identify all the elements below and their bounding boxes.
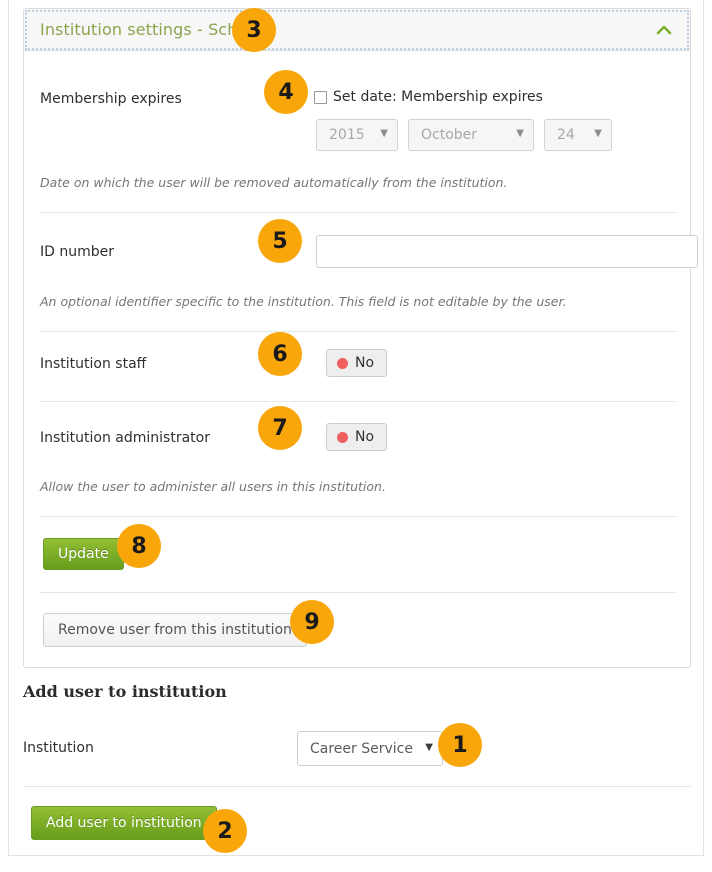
chevron-down-icon: ▼ bbox=[516, 128, 524, 139]
panel-body: Membership expires Set date: Membership … bbox=[24, 51, 698, 667]
set-date-checkbox[interactable] bbox=[314, 90, 327, 104]
status-dot-icon bbox=[337, 357, 348, 369]
chevron-up-icon[interactable] bbox=[656, 24, 672, 36]
expiry-year-select[interactable]: 2015 ▼ bbox=[316, 119, 398, 151]
institution-staff-toggle-value: No bbox=[355, 355, 375, 371]
panel-title: Institution settings - School bbox=[40, 20, 262, 39]
callout-badge-2: 2 bbox=[203, 809, 247, 853]
expiry-day-select[interactable]: 24 ▼ bbox=[544, 119, 612, 151]
panel-header[interactable]: Institution settings - School bbox=[24, 9, 690, 51]
callout-badge-1: 1 bbox=[438, 723, 482, 767]
membership-expires-label: Membership expires bbox=[40, 91, 182, 107]
institution-staff-toggle[interactable]: No bbox=[326, 349, 388, 377]
expiry-year-value: 2015 bbox=[329, 127, 365, 143]
divider bbox=[40, 212, 676, 213]
callout-badge-7: 7 bbox=[258, 406, 302, 450]
expiry-month-select[interactable]: October ▼ bbox=[408, 119, 534, 151]
remove-user-button[interactable]: Remove user from this institution bbox=[43, 613, 307, 647]
divider bbox=[40, 516, 676, 517]
divider bbox=[40, 401, 676, 402]
chevron-down-icon: ▼ bbox=[380, 128, 388, 139]
expiry-date-selects: 2015 ▼ October ▼ 24 ▼ bbox=[316, 119, 612, 151]
institution-administrator-label: Institution administrator bbox=[40, 430, 210, 446]
institution-select-label: Institution bbox=[23, 740, 94, 756]
callout-badge-9: 9 bbox=[290, 600, 334, 644]
chevron-down-icon: ▼ bbox=[594, 128, 602, 139]
callout-badge-3: 3 bbox=[232, 8, 276, 52]
id-number-help: An optional identifier specific to the i… bbox=[40, 294, 567, 309]
callout-badge-6: 6 bbox=[258, 332, 302, 376]
status-dot-icon bbox=[337, 431, 348, 443]
institution-select[interactable]: Career Service ▼ bbox=[297, 731, 443, 766]
set-date-checkbox-line[interactable]: Set date: Membership expires bbox=[314, 89, 543, 105]
chevron-down-icon: ▼ bbox=[425, 741, 433, 753]
id-number-label: ID number bbox=[40, 244, 114, 260]
institution-administrator-help: Allow the user to administer all users i… bbox=[40, 479, 386, 494]
callout-badge-5: 5 bbox=[258, 219, 302, 263]
institution-administrator-toggle-value: No bbox=[355, 429, 375, 445]
divider bbox=[23, 786, 691, 787]
institution-staff-label: Institution staff bbox=[40, 356, 147, 372]
id-number-control bbox=[316, 235, 698, 268]
institution-administrator-toggle[interactable]: No bbox=[326, 423, 388, 451]
institution-select-value: Career Service bbox=[310, 740, 413, 757]
divider bbox=[40, 592, 676, 593]
add-user-submit-wrap: Add user to institution bbox=[31, 806, 217, 840]
add-user-heading: Add user to institution bbox=[23, 682, 227, 701]
expiry-month-value: October bbox=[421, 127, 478, 143]
membership-expires-help: Date on which the user will be removed a… bbox=[40, 175, 508, 190]
institution-settings-panel: Institution settings - School Membership… bbox=[23, 8, 698, 668]
id-number-input[interactable] bbox=[316, 235, 698, 268]
expiry-day-value: 24 bbox=[557, 127, 575, 143]
callout-badge-4: 4 bbox=[264, 70, 308, 114]
divider bbox=[40, 331, 676, 332]
institution-administrator-control: No bbox=[326, 423, 388, 451]
add-user-to-institution-button[interactable]: Add user to institution bbox=[31, 806, 217, 840]
institution-staff-control: No bbox=[326, 349, 388, 377]
update-button[interactable]: Update bbox=[43, 538, 124, 570]
callout-badge-8: 8 bbox=[117, 524, 161, 568]
page-container: Institution settings - School Membership… bbox=[8, 0, 704, 856]
set-date-checkbox-label: Set date: Membership expires bbox=[333, 89, 543, 105]
